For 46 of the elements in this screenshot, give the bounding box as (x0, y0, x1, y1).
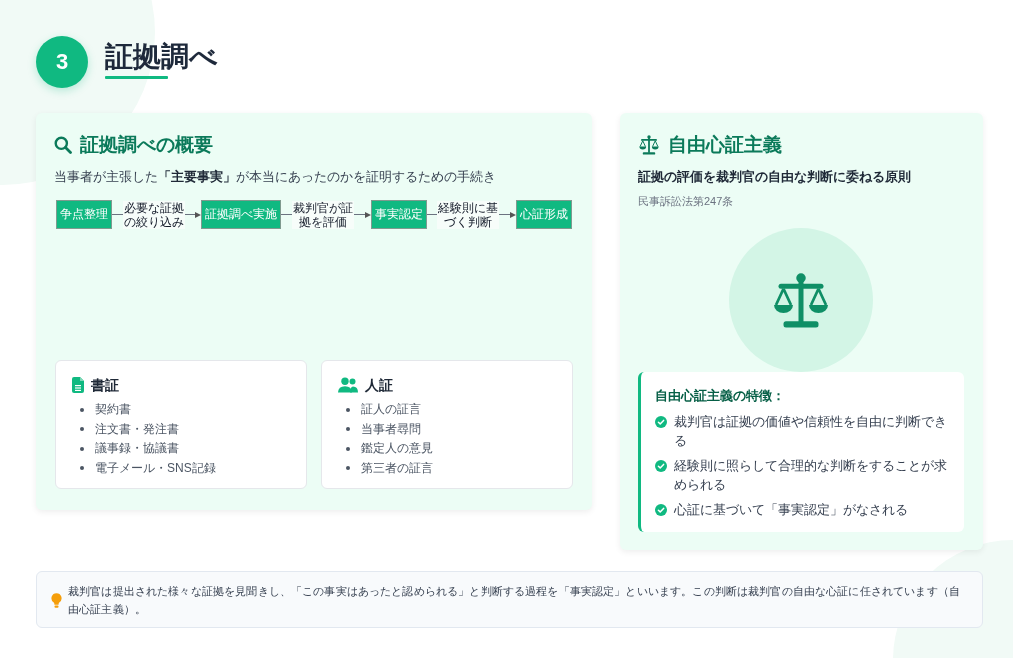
scale-icon (729, 228, 873, 372)
search-icon (54, 136, 72, 154)
feature-text: 心証に基づいて「事実認定」がなされる (674, 501, 908, 519)
document-icon (72, 377, 84, 393)
flow-edge-label: 裁判官が証拠を評価 (292, 200, 354, 229)
evidence-item: 当事者尋問 (361, 420, 421, 438)
title-underline (105, 76, 168, 79)
evidence-item: 契約書 (95, 401, 131, 418)
bullet-icon (80, 427, 84, 432)
bullet-icon (80, 407, 84, 412)
section-title: 証拠調べ (105, 40, 218, 74)
bullet-icon (346, 446, 350, 451)
check-circle-icon (655, 503, 667, 516)
evidence-item: 注文書・発注書 (95, 420, 179, 438)
feature-text: 裁判官は証拠の価値や信頼性を自由に判断できる (674, 413, 948, 450)
bullet-icon (346, 466, 350, 471)
flow-step: 争点整理 (56, 200, 112, 229)
evidence-item: 証人の証言 (361, 401, 421, 418)
bullet-icon (346, 407, 350, 412)
flow-step: 心証形成 (516, 200, 572, 229)
note-text: 裁判官は提出された様々な証拠を見聞きし、「この事実はあったと認められる」と判断する過程を「事実認定」といいます。この判断は裁判官の自由な心証に任されています（自由心証主義）。 (68, 584, 961, 617)
flow-step: 証拠調べ実施 (201, 200, 282, 229)
flow-edge-label: 必要な証拠の絞り込み (122, 200, 185, 229)
check-circle-icon (655, 459, 667, 472)
evidence-item: 鑑定人の意見 (361, 440, 433, 457)
evidence-item: 議事録・協議書 (95, 440, 179, 457)
law-reference: 民事訴訟法第247条 (638, 194, 735, 209)
users-icon (338, 377, 358, 393)
flow-edge-label: 経験則に基づく判断 (437, 200, 500, 229)
lightbulb-icon (51, 592, 62, 608)
feature-text: 経験則に照らして合理的な判断をすることが求められる (674, 457, 948, 494)
bullet-icon (80, 466, 84, 471)
evidence-type-title: 書証 (91, 376, 119, 395)
scale-icon (638, 135, 660, 155)
features-title: 自由心証主義の特徴： (655, 387, 786, 405)
bullet-icon (80, 446, 84, 451)
evidence-type-title: 人証 (365, 376, 393, 395)
card-title: 証拠調べの概要 (80, 133, 213, 157)
evidence-item: 電子メール・SNS記録 (95, 459, 216, 477)
flow-step: 事実認定 (370, 200, 427, 229)
card-description: 当事者が主張した「主要事実」が本当にあったのかを証明するための手続き (54, 168, 497, 186)
bullet-icon (346, 427, 350, 432)
check-circle-icon (655, 415, 667, 428)
evidence-item: 第三者の証言 (361, 459, 433, 477)
principle-summary: 証拠の評価を裁判官の自由な判断に委ねる原則 (638, 168, 912, 186)
card-title: 自由心証主義 (668, 133, 782, 157)
